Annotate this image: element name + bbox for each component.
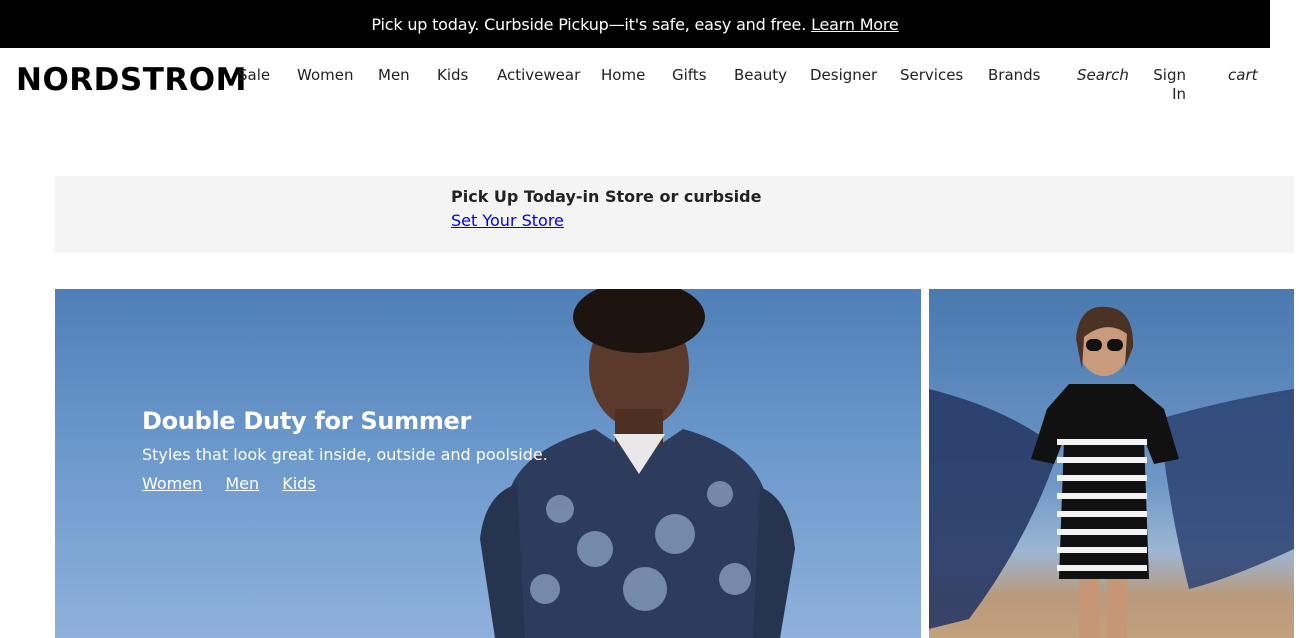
- nav-item-kids[interactable]: Kids: [437, 66, 468, 84]
- nav-item-women[interactable]: Women: [297, 66, 353, 84]
- hero-subtitle: Styles that look great inside, outside a…: [142, 445, 548, 464]
- store-pickup-title: Pick Up Today-in Store or curbside: [451, 187, 762, 206]
- learn-more-link[interactable]: Learn More: [811, 15, 899, 34]
- hero-title: Double Duty for Summer: [142, 407, 472, 435]
- search-button[interactable]: Search: [1077, 66, 1129, 84]
- nav-item-activewear[interactable]: Activewear: [497, 66, 580, 84]
- hero-links: Women Men Kids: [142, 474, 548, 493]
- nav-item-gifts[interactable]: Gifts: [672, 66, 707, 84]
- nav-item-services[interactable]: Services: [900, 66, 963, 84]
- hero-link-men[interactable]: Men: [225, 474, 259, 493]
- hero-banner-main[interactable]: Double Duty for Summer Styles that look …: [55, 289, 921, 638]
- promo-bar: Pick up today. Curbside Pickup—it's safe…: [0, 0, 1270, 48]
- hero-banner-secondary[interactable]: [929, 289, 1294, 638]
- nav-item-beauty[interactable]: Beauty: [734, 66, 787, 84]
- store-pickup-panel: Pick Up Today-in Store or curbside Set Y…: [55, 176, 1294, 253]
- nav-item-sale[interactable]: Sale: [238, 66, 270, 84]
- promo-text: Pick up today. Curbside Pickup—it's safe…: [371, 14, 807, 34]
- hero-link-women[interactable]: Women: [142, 474, 202, 493]
- hero-model-image-secondary: [929, 306, 1294, 638]
- nav-item-brands[interactable]: Brands: [988, 66, 1041, 84]
- nav-item-home[interactable]: Home: [601, 66, 645, 84]
- cart-button[interactable]: cart: [1228, 66, 1258, 84]
- hero-text-block: Double Duty for Summer Styles that look …: [142, 407, 548, 493]
- hero-link-kids[interactable]: Kids: [282, 474, 315, 493]
- logo[interactable]: NORDSTROM: [16, 62, 247, 98]
- nav-item-designer[interactable]: Designer: [810, 66, 877, 84]
- sign-in-link[interactable]: Sign In: [1138, 66, 1186, 104]
- nav-item-men[interactable]: Men: [378, 66, 410, 84]
- set-store-link[interactable]: Set Your Store: [451, 211, 564, 230]
